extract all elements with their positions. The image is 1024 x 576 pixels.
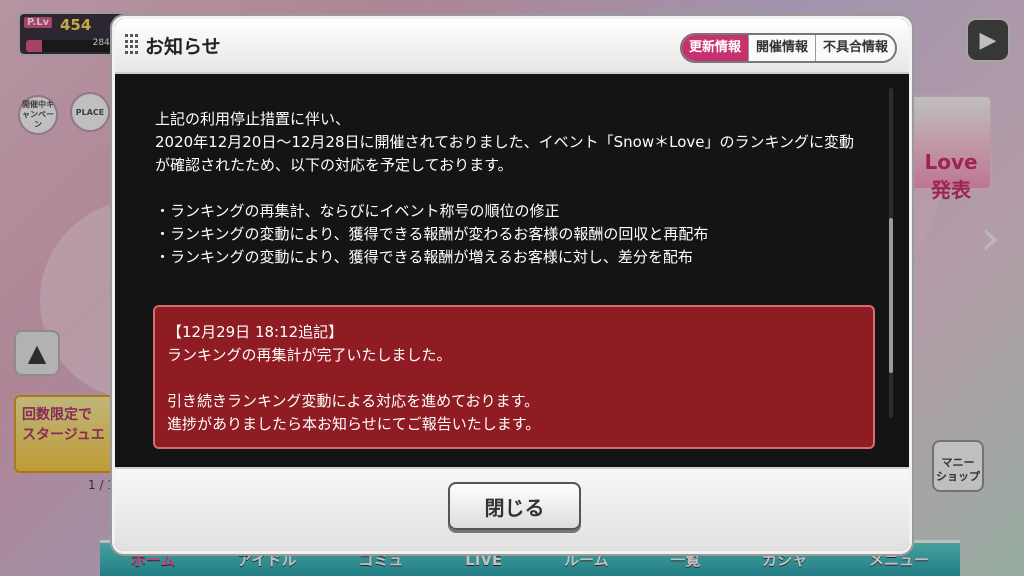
dialog-footer: 閉じる bbox=[115, 467, 909, 551]
tab-events[interactable]: 開催情報 bbox=[749, 35, 816, 61]
tab-updates[interactable]: 更新情報 bbox=[681, 35, 749, 61]
update-notice-box: 【12月29日 18:12追記】 ランキングの再集計が完了いたしました。 引き続… bbox=[153, 305, 875, 449]
notice-tabs: 更新情報 開催情報 不具合情報 bbox=[679, 33, 897, 63]
notice-text: 上記の利用停止措置に伴い、 2020年12月20日～12月28日に開催されており… bbox=[155, 108, 855, 269]
notice-paragraph: 上記の利用停止措置に伴い、 2020年12月20日～12月28日に開催されており… bbox=[155, 110, 855, 174]
grip-icon bbox=[125, 34, 139, 54]
notice-line: ランキングの再集計が完了いたしました。 bbox=[167, 346, 452, 364]
notice-dialog: お知らせ 更新情報 開催情報 不具合情報 上記の利用停止措置に伴い、 2020年… bbox=[112, 16, 912, 554]
tab-bugs[interactable]: 不具合情報 bbox=[816, 35, 895, 61]
notice-line: 進捗がありましたら本お知らせにてご報告いたします。 bbox=[167, 415, 541, 433]
bullet-item: ・ランキングの再集計、ならびにイベント称号の順位の修正 bbox=[155, 202, 560, 220]
bullet-item: ・ランキングの変動により、獲得できる報酬が増えるお客様に対し、差分を配布 bbox=[155, 248, 693, 266]
close-button[interactable]: 閉じる bbox=[448, 482, 581, 530]
bullet-item: ・ランキングの変動により、獲得できる報酬が変わるお客様の報酬の回収と再配布 bbox=[155, 225, 709, 243]
notice-line: 引き続きランキング変動による対応を進めております。 bbox=[167, 392, 540, 410]
notice-header: 【12月29日 18:12追記】 bbox=[167, 323, 344, 341]
dialog-title: お知らせ bbox=[145, 36, 221, 58]
dialog-body[interactable]: 上記の利用停止措置に伴い、 2020年12月20日～12月28日に開催されており… bbox=[115, 74, 909, 474]
scrollbar[interactable] bbox=[889, 88, 893, 418]
dialog-header: お知らせ 更新情報 開催情報 不具合情報 bbox=[115, 19, 909, 74]
scrollbar-thumb[interactable] bbox=[889, 218, 893, 373]
